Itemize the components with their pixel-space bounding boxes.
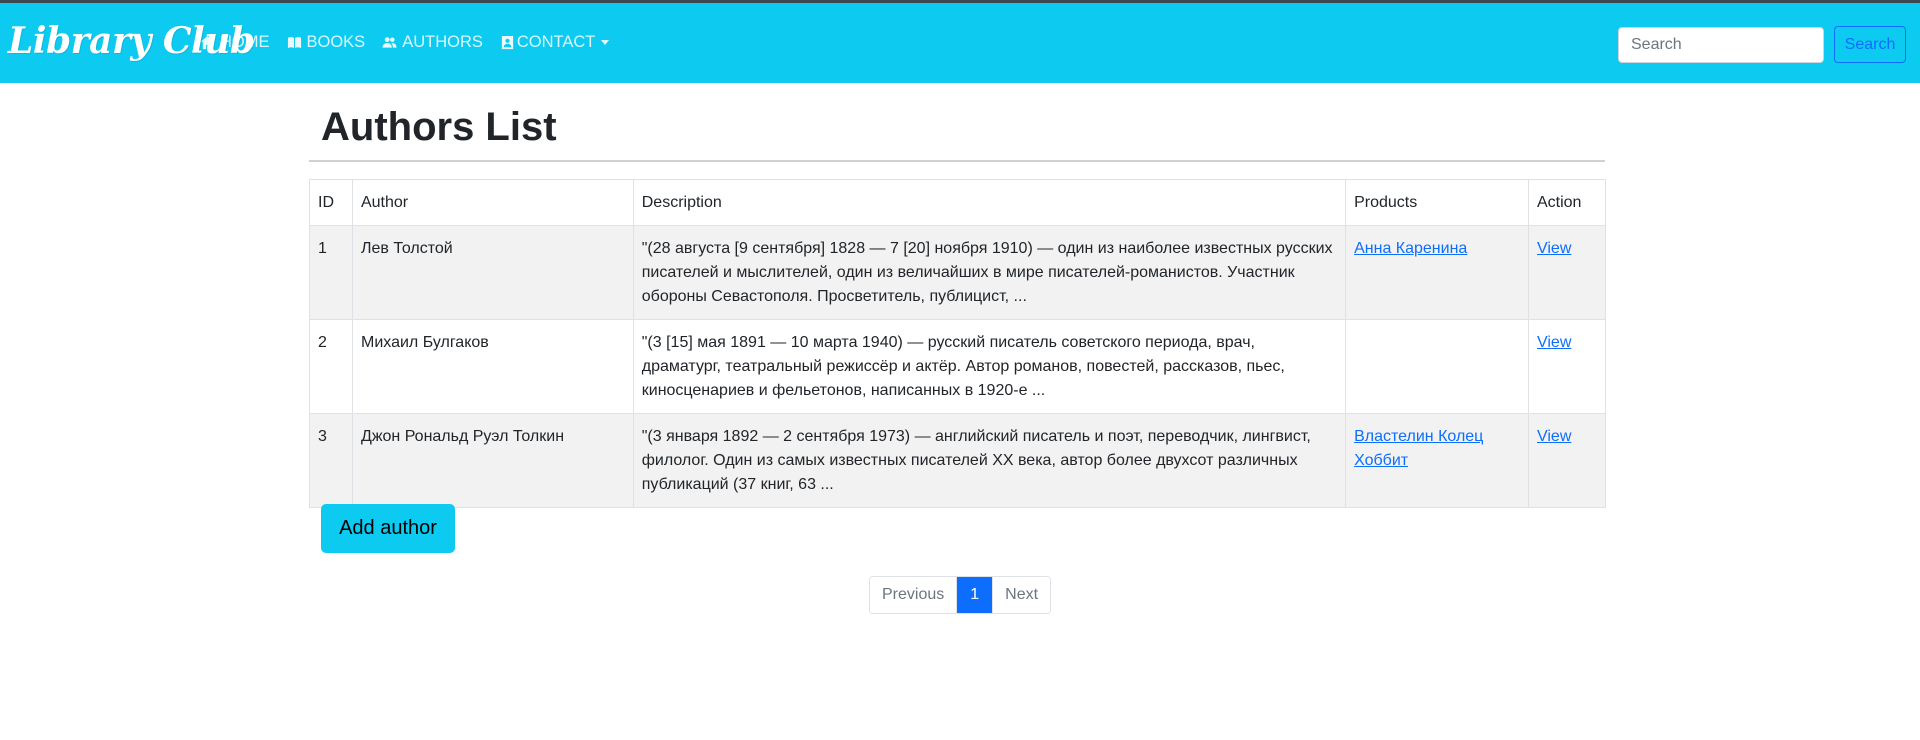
table-row: 2 Михаил Булгаков "(3 [15] мая 1891 — 10… — [309, 319, 1607, 414]
nav-item-contact[interactable]: CONTACT — [500, 33, 610, 52]
nav-item-label: BOOKS — [306, 33, 366, 51]
column-header-id: ID — [309, 179, 353, 226]
nav-item-label: HOME — [220, 33, 270, 51]
home-icon — [200, 35, 215, 50]
users-icon — [382, 37, 397, 48]
table-row: 1 Лев Толстой "(28 августа [9 сентября] … — [309, 225, 1607, 320]
table-row: 3 Джон Рональд Руэл Толкин "(3 января 18… — [309, 413, 1607, 508]
column-header-products: Products — [1345, 179, 1529, 226]
product-link[interactable]: Властелин Колец — [1354, 425, 1520, 449]
chevron-down-icon — [601, 40, 610, 45]
authors-table: ID Author Description Products Action 1 … — [309, 179, 1607, 508]
cell-id: 2 — [309, 319, 353, 414]
nav-item-label: AUTHORS — [402, 33, 483, 51]
search-button[interactable]: Search — [1834, 26, 1906, 63]
nav-item-books[interactable]: BOOKS — [287, 33, 366, 52]
product-link[interactable]: Анна Каренина — [1354, 237, 1520, 261]
cell-action: View — [1527, 413, 1607, 508]
product-link[interactable]: Хоббит — [1354, 449, 1520, 473]
column-header-description: Description — [632, 179, 1347, 226]
cell-description: "(3 января 1892 — 2 сентября 1973) — анг… — [632, 413, 1347, 508]
table-header-row: ID Author Description Products Action — [309, 179, 1607, 226]
cell-products — [1345, 319, 1529, 414]
view-link[interactable]: View — [1537, 237, 1597, 261]
page-title: Authors List — [321, 105, 557, 149]
column-header-action: Action — [1527, 179, 1607, 226]
nav-item-home[interactable]: HOME — [200, 33, 270, 52]
cell-author: Лев Толстой — [351, 225, 634, 320]
contact-card-icon — [501, 35, 513, 50]
pagination-next[interactable]: Next — [993, 577, 1051, 613]
view-link[interactable]: View — [1537, 425, 1597, 449]
column-header-author: Author — [351, 179, 634, 226]
nav-item-label: CONTACT — [516, 33, 596, 51]
cell-id: 3 — [309, 413, 353, 508]
add-author-button[interactable]: Add author — [321, 504, 455, 553]
pagination-previous[interactable]: Previous — [870, 577, 958, 613]
nav-menu: HOME BOOKS AUTHORS CONTACT — [200, 33, 610, 52]
title-divider — [309, 160, 1605, 162]
cell-products: Властелин Колец Хоббит — [1345, 413, 1529, 508]
view-link[interactable]: View — [1537, 331, 1597, 355]
cell-author: Михаил Булгаков — [351, 319, 634, 414]
cell-id: 1 — [309, 225, 353, 320]
nav-item-authors[interactable]: AUTHORS — [382, 33, 483, 52]
cell-description: "(28 августа [9 сентября] 1828 — 7 [20] … — [632, 225, 1347, 320]
book-icon — [287, 37, 301, 49]
cell-author: Джон Рональд Руэл Толкин — [351, 413, 634, 508]
pagination: Previous 1 Next — [869, 576, 1052, 614]
cell-action: View — [1527, 225, 1607, 320]
cell-products: Анна Каренина — [1345, 225, 1529, 320]
navbar: Library Club HOME BOOKS AUTHORS CONTACT … — [0, 3, 1920, 83]
cell-description: "(3 [15] мая 1891 — 10 марта 1940) — рус… — [632, 319, 1347, 414]
search-input[interactable] — [1618, 27, 1824, 63]
cell-action: View — [1527, 319, 1607, 414]
pagination-page-current[interactable]: 1 — [957, 577, 994, 613]
